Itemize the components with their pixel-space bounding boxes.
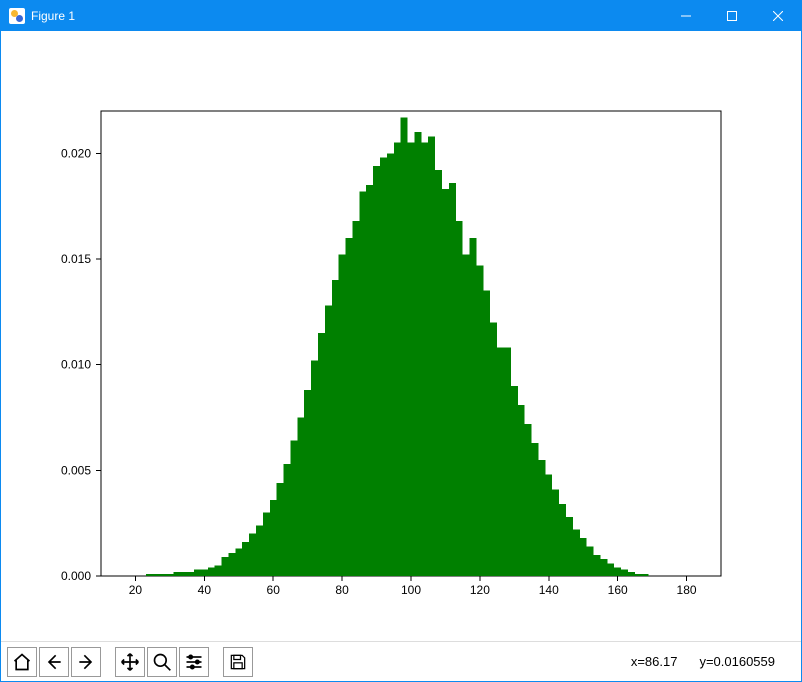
- home-button[interactable]: [7, 647, 37, 677]
- svg-text:180: 180: [677, 583, 697, 597]
- window-title: Figure 1: [31, 9, 75, 23]
- svg-text:0.015: 0.015: [61, 252, 91, 266]
- cursor-x-status: x=86.17: [631, 654, 678, 669]
- titlebar[interactable]: Figure 1: [1, 1, 801, 31]
- zoom-icon: [152, 652, 172, 672]
- zoom-button[interactable]: [147, 647, 177, 677]
- back-button[interactable]: [39, 647, 69, 677]
- cursor-y-status: y=0.0160559: [699, 654, 775, 669]
- maximize-button[interactable]: [709, 1, 755, 31]
- svg-text:80: 80: [335, 583, 349, 597]
- svg-text:0.005: 0.005: [61, 463, 91, 477]
- plot-svg: 20 40 60 80 100 120 140 160 180 0.000 0.005 0.010 0.…: [1, 31, 801, 641]
- plot-canvas[interactable]: 20 40 60 80 100 120 140 160 180 0.000 0.005 0.010 0.…: [1, 31, 801, 641]
- svg-text:120: 120: [470, 583, 490, 597]
- svg-text:40: 40: [198, 583, 212, 597]
- home-icon: [12, 652, 32, 672]
- configure-subplots-button[interactable]: [179, 647, 209, 677]
- forward-button[interactable]: [71, 647, 101, 677]
- app-icon: [9, 8, 25, 24]
- save-icon: [228, 652, 248, 672]
- sliders-icon: [184, 652, 204, 672]
- navigation-toolbar: x=86.17 y=0.0160559: [1, 641, 801, 681]
- svg-text:60: 60: [267, 583, 281, 597]
- arrow-left-icon: [44, 652, 64, 672]
- minimize-button[interactable]: [663, 1, 709, 31]
- svg-text:0.010: 0.010: [61, 358, 91, 372]
- figure-window: Figure 1 20 40 60 80 100 120 140 160 180 0.000 0.0…: [0, 0, 802, 682]
- svg-text:20: 20: [129, 583, 143, 597]
- move-icon: [120, 652, 140, 672]
- svg-text:0.020: 0.020: [61, 146, 91, 160]
- save-button[interactable]: [223, 647, 253, 677]
- pan-button[interactable]: [115, 647, 145, 677]
- svg-text:100: 100: [401, 583, 421, 597]
- close-button[interactable]: [755, 1, 801, 31]
- svg-text:160: 160: [608, 583, 628, 597]
- svg-text:0.000: 0.000: [61, 569, 91, 583]
- svg-text:140: 140: [539, 583, 559, 597]
- arrow-right-icon: [76, 652, 96, 672]
